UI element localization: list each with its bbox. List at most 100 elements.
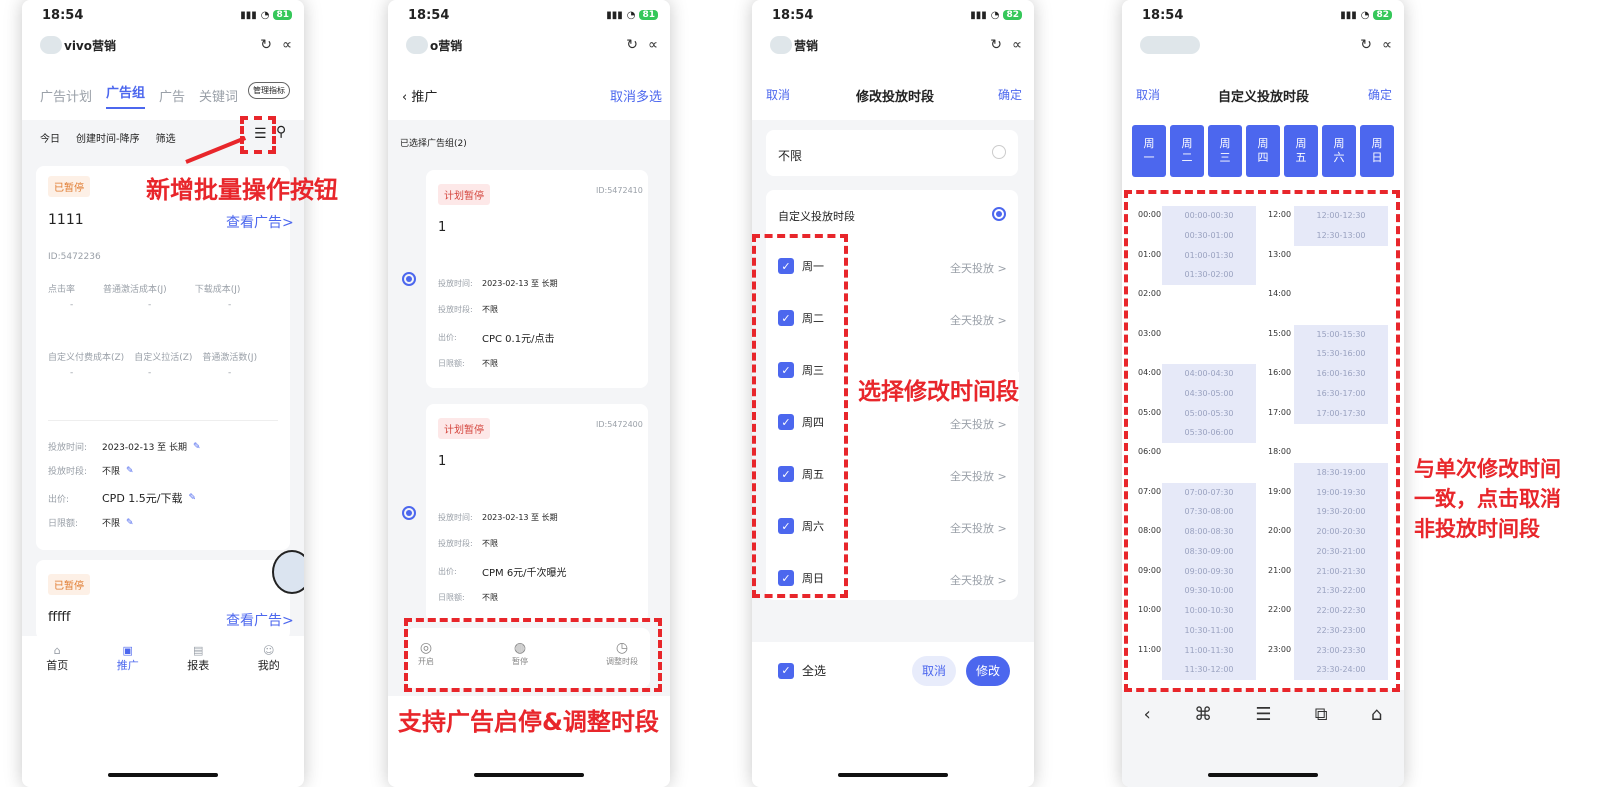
back-button[interactable]: ‹ 推广	[402, 86, 437, 105]
signal-icon: ▮▮▮	[970, 9, 987, 21]
refresh-icon[interactable]: ↻	[626, 37, 638, 53]
day-schedule-link[interactable]: 全天投放 >	[950, 416, 1007, 432]
status-badge: 计划暂停	[438, 418, 490, 439]
wifi-icon: ◔	[990, 9, 1000, 21]
wifi-icon: ◔	[1360, 9, 1370, 21]
day-toggle-button[interactable]: 周 一	[1132, 125, 1166, 177]
adgroup-name: 1	[438, 220, 447, 235]
filter-button[interactable]: 筛选	[156, 130, 176, 145]
cancel-button[interactable]: 取消	[912, 656, 956, 686]
search-icon[interactable]: ⚲	[276, 124, 286, 140]
view-ads-link[interactable]: 查看广告>	[226, 212, 294, 232]
back-nav-icon[interactable]: ‹	[1144, 704, 1151, 725]
option-label: 自定义投放时段	[778, 210, 855, 223]
day-schedule-link[interactable]: 全天投放 >	[950, 312, 1007, 328]
status-badge: 已暂停	[48, 574, 90, 595]
info-value: 不限	[102, 467, 121, 477]
share-icon[interactable]: ∝	[282, 37, 292, 53]
metric-label: 普通激活数(J)	[202, 353, 258, 363]
day-toggle-button[interactable]: 周 日	[1360, 125, 1394, 177]
unselected-radio[interactable]	[992, 145, 1006, 159]
home-indicator	[474, 773, 584, 777]
info-value: 不限	[482, 359, 498, 368]
date-filter[interactable]: 今日	[40, 130, 60, 145]
metric-label: 自定义付费成本(Z)	[48, 353, 125, 363]
refresh-icon[interactable]: ↻	[990, 37, 1002, 53]
select-radio[interactable]	[402, 506, 416, 520]
info-value: 不限	[482, 539, 498, 548]
day-toggle-button[interactable]: 周 三	[1208, 125, 1242, 177]
tab-bar: 广告计划 广告组 广告 关键词	[40, 82, 238, 109]
sort-filter[interactable]: 创建时间-降序	[76, 130, 140, 145]
metric-label: 普通激活成本(J)	[103, 285, 167, 295]
nav-promote[interactable]: ▣ 推广	[117, 644, 139, 673]
day-schedule-link[interactable]: 全天投放 >	[950, 520, 1007, 536]
status-time: 18:54	[408, 7, 450, 23]
info-key: 投放时间:	[438, 279, 473, 288]
cancel-multiselect-button[interactable]: 取消多选	[610, 86, 662, 105]
refresh-icon[interactable]: ↻	[260, 37, 272, 53]
home-icon: ⌂	[53, 644, 61, 657]
metric-label: 自定义拉活(Z)	[134, 353, 193, 363]
status-badge: 已暂停	[48, 176, 90, 197]
refresh-icon[interactable]: ↻	[1360, 37, 1372, 53]
modify-button[interactable]: 修改	[966, 656, 1010, 686]
confirm-button[interactable]: 确定	[998, 86, 1022, 103]
nav-home[interactable]: ⌂ 首页	[46, 644, 68, 673]
app-title: o营销	[430, 38, 463, 53]
status-time: 18:54	[1142, 7, 1184, 23]
edit-icon[interactable]: ✎	[126, 466, 134, 476]
day-schedule-link[interactable]: 全天投放 >	[950, 572, 1007, 588]
metric-value: -	[228, 300, 232, 310]
assistant-mascot-icon[interactable]	[272, 550, 304, 594]
share-icon[interactable]: ∝	[1382, 37, 1392, 53]
cancel-button[interactable]: 取消	[1136, 86, 1160, 103]
nav-report[interactable]: ▤ 报表	[187, 644, 209, 673]
app-title: vivo营销	[64, 38, 117, 53]
annotation-text: 新增批量操作按钮	[146, 176, 338, 204]
tab-ad[interactable]: 广告	[159, 86, 185, 105]
info-value: 不限	[482, 593, 498, 602]
report-icon: ▤	[193, 644, 204, 657]
metric-value: -	[148, 368, 152, 378]
day-toggle-button[interactable]: 周 二	[1170, 125, 1204, 177]
home-indicator	[108, 773, 218, 777]
confirm-button[interactable]: 确定	[1368, 86, 1392, 103]
home-icon[interactable]: ⌂	[1371, 704, 1382, 725]
edit-icon[interactable]: ✎	[188, 493, 196, 503]
day-toggle-button[interactable]: 周 四	[1246, 125, 1280, 177]
signal-icon: ▮▮▮	[1340, 9, 1357, 21]
tab-adgroup[interactable]: 广告组	[106, 82, 146, 109]
selected-count: 已选择广告组(2)	[400, 139, 467, 149]
info-key: 投放时段:	[438, 305, 473, 314]
manage-metrics-button[interactable]: 管理指标	[248, 82, 290, 99]
option-unlimited[interactable]	[766, 130, 1018, 176]
battery-icon: 82	[1003, 10, 1022, 20]
status-bar: 18:54 ▮▮▮ ◔ 81	[22, 0, 304, 30]
nav-mine[interactable]: ☺ 我的	[258, 644, 280, 673]
cancel-button[interactable]: 取消	[766, 86, 790, 103]
menu-icon[interactable]: ☰	[1255, 704, 1271, 725]
day-schedule-link[interactable]: 全天投放 >	[950, 260, 1007, 276]
info-key: 日限额:	[438, 593, 465, 602]
view-ads-link[interactable]: 查看广告>	[226, 610, 294, 630]
share-icon[interactable]: ∝	[1012, 37, 1022, 53]
day-schedule-link[interactable]: 全天投放 >	[950, 468, 1007, 484]
edit-icon[interactable]: ✎	[193, 442, 201, 452]
day-toggle-button[interactable]: 周 五	[1284, 125, 1318, 177]
checkbox-icon[interactable]: ✓	[778, 662, 794, 679]
tabs-icon[interactable]: ⧉	[1315, 704, 1328, 725]
share-icon[interactable]: ∝	[648, 37, 658, 53]
adgroup-name: 1	[438, 454, 447, 469]
select-all-row[interactable]: ✓ 全选	[778, 662, 826, 679]
selected-radio[interactable]	[992, 207, 1006, 221]
command-icon[interactable]: ⌘	[1194, 704, 1212, 725]
adgroup-name: fffff	[48, 610, 71, 625]
highlight-box	[240, 116, 276, 154]
tab-campaign[interactable]: 广告计划	[40, 86, 92, 105]
edit-icon[interactable]: ✎	[126, 518, 134, 528]
info-value: 2023-02-13 至 长期	[482, 279, 558, 288]
select-radio[interactable]	[402, 272, 416, 286]
day-toggle-button[interactable]: 周 六	[1322, 125, 1356, 177]
tab-keyword[interactable]: 关键词	[199, 86, 238, 105]
